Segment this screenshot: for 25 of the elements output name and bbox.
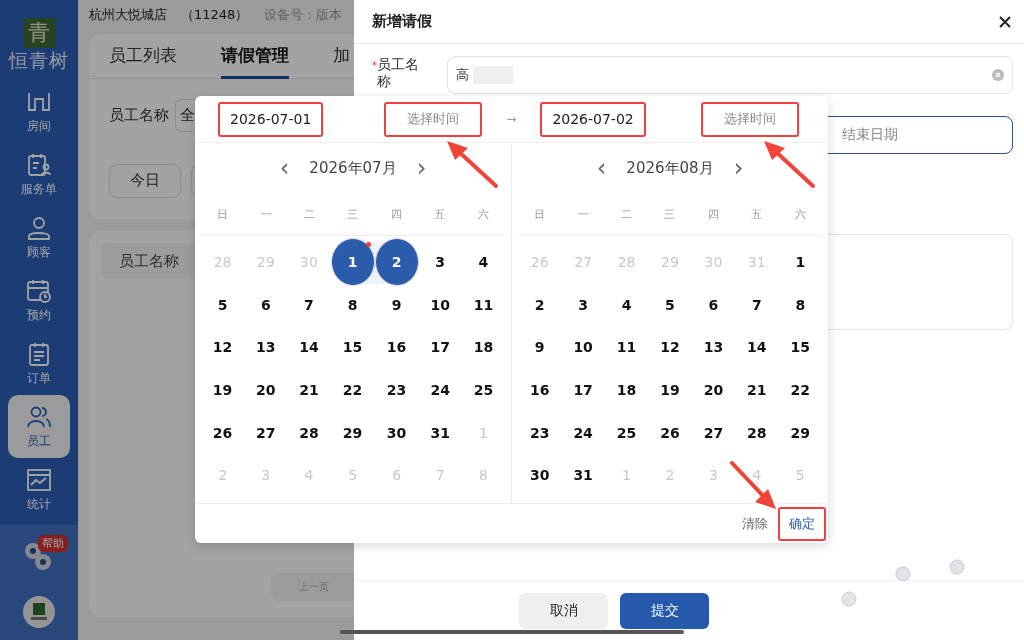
required-mark: * bbox=[372, 60, 377, 72]
column-header: 员工名称 bbox=[119, 251, 179, 271]
weekday-label: 二 bbox=[620, 206, 634, 222]
filter-label: 员工名称 bbox=[109, 106, 169, 125]
store-name: 杭州大悦城店 bbox=[89, 6, 167, 22]
range-arrow: → bbox=[505, 112, 518, 126]
weekday-label: 五 bbox=[433, 206, 447, 222]
drawer-title: 新增请假 bbox=[372, 12, 432, 31]
weekday-label: 五 bbox=[750, 206, 764, 222]
month-title: 2026年07月 bbox=[309, 158, 397, 178]
weekday-label: 六 bbox=[476, 206, 490, 222]
month-title: 2026年08月 bbox=[626, 158, 714, 178]
help-badge: 帮助 bbox=[38, 535, 68, 552]
weekday-label: 二 bbox=[303, 206, 317, 222]
weekday-label: 四 bbox=[706, 206, 720, 222]
weekday-label: 六 bbox=[793, 206, 807, 222]
store-code: （11248） bbox=[181, 6, 249, 22]
brand-name: 恒青树 bbox=[9, 48, 69, 73]
weekday-label: 四 bbox=[389, 206, 403, 222]
weekday-label: 一 bbox=[259, 206, 273, 222]
logo-mark: 青 bbox=[23, 18, 55, 48]
field-label: 员工名称 bbox=[377, 56, 420, 90]
weekday-label: 日 bbox=[216, 206, 230, 222]
weekday-label: 一 bbox=[576, 206, 590, 222]
weekday-label: 日 bbox=[533, 206, 547, 222]
